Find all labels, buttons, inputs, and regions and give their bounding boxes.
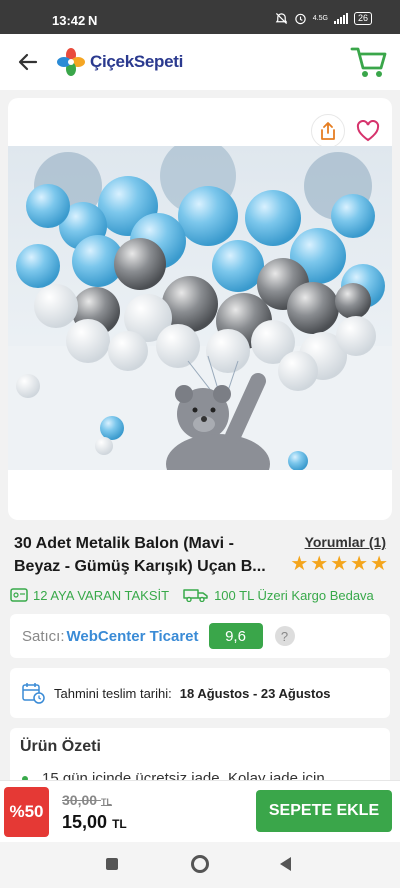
truck-icon — [183, 589, 208, 602]
battery-icon: 26 — [353, 12, 372, 25]
star-icon: ★ — [290, 553, 309, 575]
seller-name-link[interactable]: WebCenter Ticaret — [67, 628, 199, 645]
brand-logo[interactable]: ÇiçekSepeti — [56, 47, 183, 77]
shipping-text: 100 TL Üzeri Kargo Bedava — [214, 587, 374, 603]
current-price-currency: TL — [112, 817, 127, 831]
delivery-label: Tahmini teslim tarihi: — [54, 685, 172, 701]
system-back-button[interactable] — [280, 857, 291, 871]
current-price-value: 15,00 — [62, 812, 108, 832]
seller-label: Satıcı: — [22, 627, 65, 645]
seller-box: Satıcı: WebCenter Ticaret 9,6 ? — [10, 614, 390, 658]
brand-name: ÇiçekSepeti — [90, 52, 184, 71]
back-button[interactable] — [14, 48, 42, 76]
star-icon: ★ — [350, 553, 369, 575]
app-header: ÇiçekSepeti — [0, 34, 400, 90]
recent-apps-button[interactable] — [106, 858, 118, 870]
discount-badge: %50 — [4, 787, 49, 837]
old-price-value: 30,00 — [62, 792, 98, 808]
signal-icon — [333, 13, 348, 24]
summary-heading: Ürün Özeti — [20, 738, 101, 755]
purchase-bar: %50 30,00 TL 15,00 TL SEPETE EKLE — [0, 780, 400, 842]
delivery-info: Tahmini teslim tarihi: 18 Ağustos - 23 A… — [10, 668, 390, 718]
calendar-icon — [22, 683, 45, 704]
favorite-button[interactable] — [351, 114, 385, 148]
rating-stars: ★ ★ ★ ★ ★ — [290, 554, 388, 574]
cart-icon — [350, 47, 387, 77]
reviews-link[interactable]: Yorumlar (1) — [305, 534, 386, 550]
product-card — [8, 98, 392, 520]
alarm-off-icon — [275, 12, 288, 25]
installment-badge: 12 AYA VARAN TAKSİT — [10, 588, 169, 603]
seller-score-badge: 9,6 — [208, 623, 263, 649]
system-nav-bar — [0, 842, 400, 888]
current-price: 15,00 TL — [62, 812, 127, 833]
credit-card-icon — [10, 588, 28, 602]
share-button[interactable] — [311, 114, 345, 148]
notification-n-icon: N — [88, 13, 98, 28]
alarm-clock-icon — [295, 13, 306, 25]
status-bar: 13:42 N 4.5G 26 — [0, 0, 400, 34]
network-type: 4.5G — [312, 15, 328, 22]
product-image[interactable] — [8, 146, 392, 470]
star-icon: ★ — [330, 553, 349, 575]
delivery-date: 18 Ağustos - 23 Ağustos — [179, 685, 331, 701]
star-icon: ★ — [310, 553, 329, 575]
cart-button[interactable] — [350, 44, 388, 80]
add-to-cart-button[interactable]: SEPETE EKLE — [256, 790, 392, 832]
status-time: 13:42 — [52, 13, 86, 28]
product-title: 30 Adet Metalik Balon (Mavi - Beyaz - Gü… — [14, 535, 266, 575]
benefit-badges: 12 AYA VARAN TAKSİT 100 TL Üzeri Kargo B… — [10, 584, 390, 606]
help-icon[interactable]: ? — [274, 626, 295, 646]
shipping-badge: 100 TL Üzeri Kargo Bedava — [183, 588, 374, 603]
heart-icon — [356, 120, 380, 142]
home-button[interactable] — [191, 855, 209, 873]
status-icons: 4.5G 26 — [275, 12, 372, 25]
arrow-left-icon — [18, 53, 38, 71]
share-icon — [321, 122, 335, 140]
star-icon: ★ — [370, 553, 388, 575]
installment-text: 12 AYA VARAN TAKSİT — [33, 587, 170, 603]
old-price-currency: TL — [100, 797, 112, 807]
old-price: 30,00 TL — [62, 792, 112, 808]
flower-logo-icon — [57, 48, 85, 76]
